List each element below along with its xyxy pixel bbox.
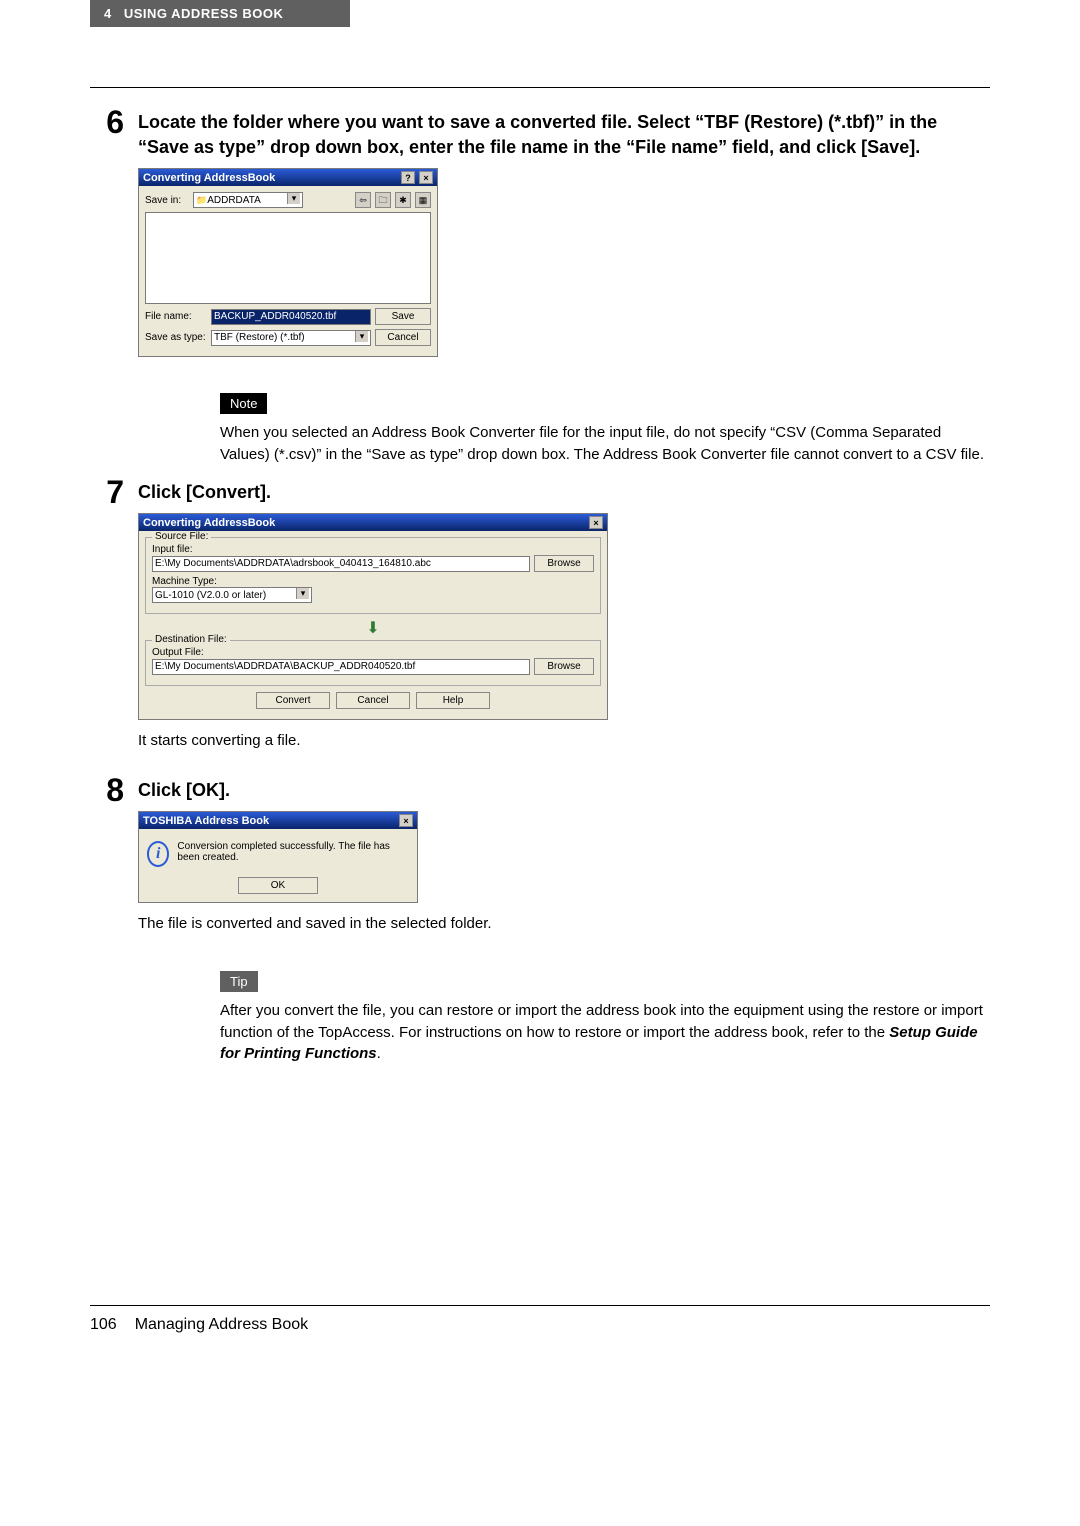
tip-text-pre: After you convert the file, you can rest… xyxy=(220,1002,983,1041)
help-button[interactable]: Help xyxy=(416,692,490,709)
help-icon[interactable]: ? xyxy=(401,171,415,184)
tip-text: After you convert the file, you can rest… xyxy=(220,1000,990,1065)
save-in-value: ADDRDATA xyxy=(207,195,261,206)
tip-badge: Tip xyxy=(220,971,258,992)
filename-input[interactable]: BACKUP_ADDR040520.tbf xyxy=(211,309,371,325)
note-badge: Note xyxy=(220,393,267,414)
step-8-number: 8 xyxy=(90,774,138,945)
step-7-after: It starts converting a file. xyxy=(138,730,990,752)
save-in-select[interactable]: 📁 ADDRDATA xyxy=(193,192,303,208)
footer: 106 Managing Address Book xyxy=(90,1305,990,1334)
output-file-field[interactable]: E:\My Documents\ADDRDATA\BACKUP_ADDR0405… xyxy=(152,659,530,675)
step-6: 6 Locate the folder where you want to sa… xyxy=(90,106,990,367)
filename-label: File name: xyxy=(145,311,207,322)
up-folder-icon[interactable]: 🗀 xyxy=(375,192,391,208)
step-6-heading: Locate the folder where you want to save… xyxy=(138,110,990,160)
page: 4 USING ADDRESS BOOK 6 Locate the folder… xyxy=(0,0,1080,1374)
header-bar: 4 USING ADDRESS BOOK xyxy=(90,0,350,27)
step-8: 8 Click [OK]. TOSHIBA Address Book × i C… xyxy=(90,774,990,945)
tip-block: Tip After you convert the file, you can … xyxy=(220,957,990,1065)
tip-text-post: . xyxy=(377,1045,381,1062)
browse-button[interactable]: Browse xyxy=(534,658,594,675)
convert-dialog-titlebar: Converting AddressBook × xyxy=(139,514,607,531)
savetype-select[interactable]: TBF (Restore) (*.tbf) xyxy=(211,330,371,346)
save-dialog-title: Converting AddressBook xyxy=(143,172,275,184)
machine-type-select[interactable]: GL-1010 (V2.0.0 or later) xyxy=(152,587,312,603)
chapter-number: 4 xyxy=(104,6,112,21)
output-file-label: Output File: xyxy=(152,647,594,658)
step-8-after: The file is converted and saved in the s… xyxy=(138,913,990,935)
step-7-number: 7 xyxy=(90,476,138,762)
step-7: 7 Click [Convert]. Converting AddressBoo… xyxy=(90,476,990,762)
destination-legend: Destination File: xyxy=(152,634,230,645)
view-icon[interactable]: ▦ xyxy=(415,192,431,208)
save-dialog-titlebar: Converting AddressBook ? × xyxy=(139,169,437,186)
note-block: Note When you selected an Address Book C… xyxy=(220,379,990,466)
note-text: When you selected an Address Book Conver… xyxy=(220,422,990,466)
step-7-heading: Click [Convert]. xyxy=(138,480,990,505)
input-file-label: Input file: xyxy=(152,544,594,555)
new-folder-icon[interactable]: ✱ xyxy=(395,192,411,208)
footer-section: Managing Address Book xyxy=(135,1316,308,1334)
destination-fieldset: Destination File: Output File: E:\My Doc… xyxy=(145,640,601,686)
info-icon: i xyxy=(147,841,169,867)
machine-type-label: Machine Type: xyxy=(152,576,594,587)
cancel-button[interactable]: Cancel xyxy=(375,329,431,346)
input-file-field[interactable]: E:\My Documents\ADDRDATA\adrsbook_040413… xyxy=(152,556,530,572)
source-fieldset: Source File: Input file: E:\My Documents… xyxy=(145,537,601,614)
save-button[interactable]: Save xyxy=(375,308,431,325)
convert-dialog: Converting AddressBook × Source File: In… xyxy=(138,513,608,720)
top-rule xyxy=(90,87,990,88)
close-icon[interactable]: × xyxy=(399,814,413,827)
ok-button[interactable]: OK xyxy=(238,877,318,894)
close-icon[interactable]: × xyxy=(419,171,433,184)
step-8-heading: Click [OK]. xyxy=(138,778,990,803)
source-legend: Source File: xyxy=(152,531,211,542)
ok-dialog-titlebar: TOSHIBA Address Book × xyxy=(139,812,417,829)
close-icon[interactable]: × xyxy=(589,516,603,529)
back-icon[interactable]: ⇦ xyxy=(355,192,371,208)
cancel-button[interactable]: Cancel xyxy=(336,692,410,709)
save-dialog: Converting AddressBook ? × Save in: 📁 AD… xyxy=(138,168,438,357)
savetype-label: Save as type: xyxy=(145,332,207,343)
chapter-title: USING ADDRESS BOOK xyxy=(124,6,283,21)
step-6-number: 6 xyxy=(90,106,138,367)
save-in-label: Save in: xyxy=(145,195,189,206)
ok-dialog-title: TOSHIBA Address Book xyxy=(143,815,269,827)
page-number: 106 xyxy=(90,1316,117,1334)
convert-dialog-title: Converting AddressBook xyxy=(143,517,275,529)
ok-dialog: TOSHIBA Address Book × i Conversion comp… xyxy=(138,811,418,903)
ok-dialog-message: Conversion completed successfully. The f… xyxy=(177,841,409,863)
file-list-area[interactable] xyxy=(145,212,431,304)
browse-button[interactable]: Browse xyxy=(534,555,594,572)
convert-button[interactable]: Convert xyxy=(256,692,330,709)
